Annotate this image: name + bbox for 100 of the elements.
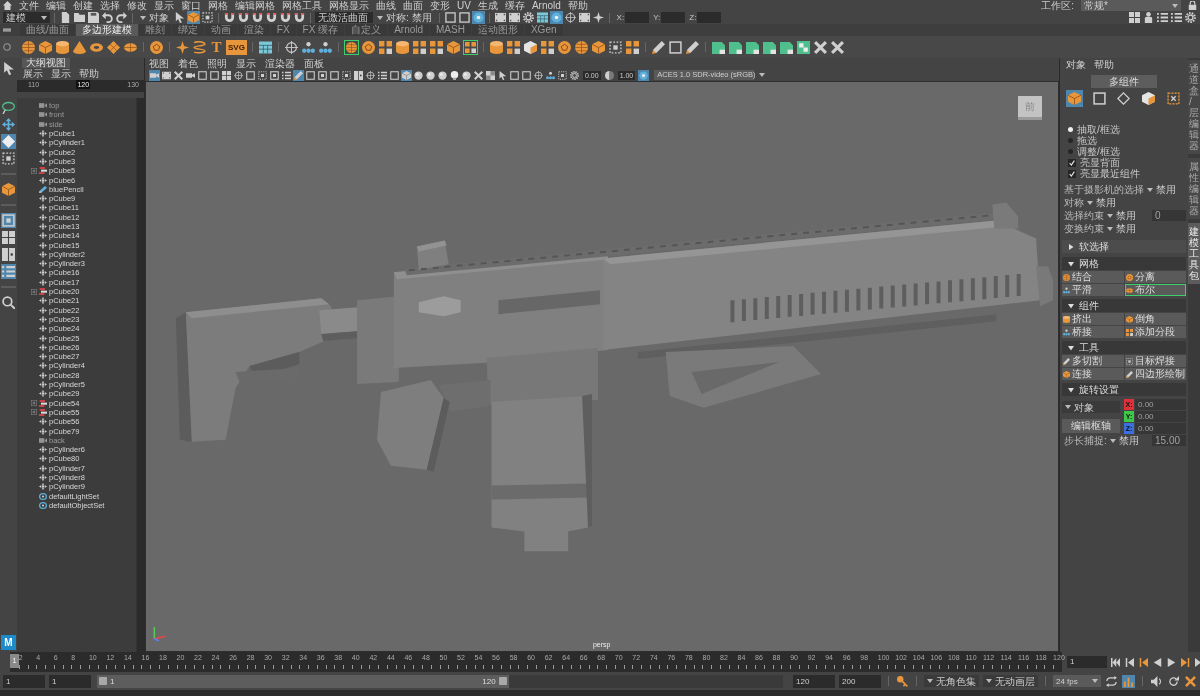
pencil-icon[interactable] (650, 39, 666, 55)
curved-arrow-icon[interactable] (101, 11, 114, 24)
tiles-icon[interactable] (428, 39, 444, 55)
arrow-pointer-icon[interactable] (1, 61, 16, 76)
plus-box-icon[interactable] (31, 409, 37, 416)
animation-layer-dropdown[interactable]: 无动画层 (983, 675, 1038, 687)
setting-dropdown[interactable]: 禁用 (1087, 197, 1116, 208)
film-strip-icon[interactable] (161, 69, 172, 81)
crosshair-icon[interactable] (365, 69, 376, 81)
menu-item[interactable]: 创建 (73, 0, 93, 11)
play-icon[interactable] (1166, 656, 1177, 668)
diamond-outline-icon[interactable] (1115, 89, 1133, 107)
section-header[interactable]: 旋转设置 (1062, 383, 1186, 396)
cylinder-icon[interactable] (488, 39, 504, 55)
range-bar[interactable]: 1 120 (97, 674, 509, 688)
list-icon[interactable] (1170, 11, 1183, 24)
coordinate-field[interactable] (697, 12, 722, 23)
number-field[interactable]: 0.00 (1135, 423, 1186, 434)
dotted-square-icon[interactable] (341, 69, 352, 81)
dots-icon[interactable] (300, 39, 316, 55)
side-tab[interactable]: 建模工具包 (1188, 223, 1200, 284)
square-outline-icon[interactable] (389, 69, 400, 81)
four-panes-icon[interactable] (1128, 11, 1141, 24)
shelf-tab[interactable]: 绑定 (171, 24, 204, 36)
crosshair-icon[interactable] (283, 39, 299, 55)
tool-button[interactable]: 目标焊接 (1124, 355, 1186, 367)
selection-mode-dropdown[interactable]: 对象 (137, 12, 172, 23)
key-icon[interactable] (896, 674, 909, 688)
menu-item[interactable]: 显示 (236, 58, 256, 69)
menu-item[interactable]: 选择 (100, 0, 120, 11)
plus-box-icon[interactable] (31, 400, 37, 407)
side-tab[interactable]: 属性编辑器 (1188, 158, 1200, 219)
playback-end-field[interactable]: 120 (793, 674, 835, 688)
square-outline-icon[interactable] (443, 11, 457, 24)
shelf-tab[interactable]: FX 缓存 (296, 24, 345, 36)
curved-arrow-icon[interactable] (115, 11, 128, 24)
dotted-square-icon[interactable] (257, 69, 268, 81)
shelf-tab[interactable]: FX (270, 24, 296, 36)
slider-handle-icon[interactable] (498, 677, 507, 685)
polyhedron-icon[interactable] (149, 39, 164, 55)
scrollbar[interactable] (136, 98, 144, 652)
menu-item[interactable]: 生成 (477, 0, 498, 11)
four-panes-icon[interactable] (221, 69, 232, 81)
dotted-square-icon[interactable] (1, 151, 16, 166)
current-frame-field[interactable]: 1 (1067, 656, 1107, 668)
menu-item[interactable]: 网格显示 (329, 0, 369, 11)
cross-icon[interactable] (1184, 674, 1197, 688)
cube-icon[interactable] (1065, 89, 1083, 107)
folded-block-icon[interactable] (727, 39, 743, 55)
lasso-icon[interactable] (1, 100, 16, 115)
magnet-icon[interactable] (251, 11, 264, 24)
two-panes-icon[interactable] (353, 69, 364, 81)
settings-icon[interactable] (1184, 11, 1197, 24)
menu-item[interactable]: 显示 (154, 0, 174, 11)
cross-icon[interactable] (812, 39, 828, 55)
radio-button[interactable] (1068, 138, 1073, 143)
playback-start-field[interactable]: 1 (49, 674, 91, 688)
arrow-pointer-icon[interactable] (173, 11, 186, 24)
cross-icon[interactable] (473, 69, 484, 81)
panel-tab[interactable]: 大纲视图 (22, 58, 70, 68)
menu-item[interactable]: 照明 (207, 58, 227, 69)
shelf-tab[interactable]: MASH (430, 24, 471, 36)
shelf-tab[interactable]: 多边形建模 (75, 24, 138, 36)
house-icon[interactable] (3, 1, 12, 10)
tiles-icon[interactable] (539, 39, 555, 55)
menu-item[interactable]: 曲面 (403, 0, 423, 11)
skip-back-icon[interactable] (1110, 656, 1121, 668)
film-strip-icon[interactable] (493, 11, 507, 24)
menu-item[interactable]: 变形 (430, 0, 450, 11)
speaker-icon[interactable] (1150, 674, 1163, 688)
disc-icon[interactable] (471, 11, 485, 24)
tool-button[interactable]: 连接 (1062, 368, 1124, 380)
search-icon[interactable] (1, 295, 16, 310)
square-outline-icon[interactable] (197, 69, 208, 81)
slider-handle-icon[interactable] (99, 677, 107, 685)
tiles-icon[interactable] (462, 39, 478, 55)
cube-icon[interactable] (445, 39, 461, 55)
tool-button[interactable]: 添加分段 (1124, 326, 1186, 338)
pencil-icon[interactable] (293, 69, 304, 81)
cross-icon[interactable] (829, 39, 845, 55)
light-bulb-icon[interactable] (449, 69, 460, 81)
sphere-icon[interactable] (343, 39, 359, 55)
range-track[interactable]: 1 120 (97, 674, 783, 688)
sphere-icon[interactable] (437, 69, 448, 81)
ring-icon[interactable] (3, 43, 11, 51)
sphere-icon[interactable] (425, 69, 436, 81)
padlock-icon[interactable] (1188, 1, 1197, 10)
folded-block-icon[interactable] (710, 39, 726, 55)
number-field[interactable]: 0 (1152, 210, 1186, 221)
menu-item[interactable]: 显示 (51, 68, 71, 79)
menu-item[interactable]: 着色 (178, 58, 198, 69)
shelf-tab[interactable]: 曲线/曲面 (20, 24, 75, 36)
film-strip-icon[interactable] (507, 11, 521, 24)
tool-button[interactable]: 四边形绘制 (1124, 368, 1186, 380)
svg-tool-button[interactable]: SVG (226, 39, 247, 55)
setting-dropdown[interactable]: 禁用 (1147, 184, 1176, 195)
magnet-icon[interactable] (279, 11, 292, 24)
shelf-tab[interactable]: 雕刻 (138, 24, 171, 36)
option-label[interactable]: 亮显背面 (1080, 157, 1120, 168)
shelf-tab[interactable]: Arnold (388, 24, 430, 36)
